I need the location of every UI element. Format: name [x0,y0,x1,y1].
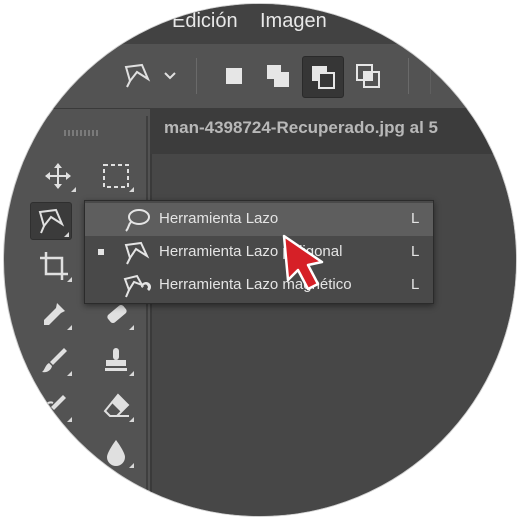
lasso-tools-flyout: Herramienta Lazo L Herramienta Lazo poli… [84,200,434,304]
chevron-down-icon [164,72,176,80]
menu-bar: Edición Imagen [4,4,516,44]
polygonal-lasso-icon [124,63,151,88]
brush-icon [42,348,67,373]
subtract-selection-icon [312,66,335,89]
submenu-indicator [129,417,134,422]
submenu-indicator [129,325,134,330]
flyout-item-polygonal-lasso[interactable]: Herramienta Lazo poligonal L [85,236,433,269]
shortcut-key: L [411,276,420,293]
submenu-indicator [129,463,134,468]
submenu-indicator [64,232,69,237]
lasso-icon [125,209,150,232]
marquee-icon [103,164,129,188]
preset-dropdown-chevron[interactable] [160,56,180,96]
new-selection-icon [226,68,242,84]
flyout-item-label: Herramienta Lazo [159,210,279,227]
flyout-item-magnetic-lasso[interactable]: Herramienta Lazo magnético L [85,269,433,302]
divider [408,58,409,94]
eraser-tool-button[interactable] [96,388,136,424]
active-tool-indicator [98,249,104,255]
submenu-indicator [67,277,72,282]
submenu-indicator [67,417,72,422]
shortcut-key: L [411,243,420,260]
add-to-selection-button[interactable] [258,56,298,96]
history-brush-tool-button[interactable] [34,388,74,424]
menu-edicion[interactable]: Edición [172,10,238,33]
crop-tool-button[interactable] [34,248,74,284]
blur-tool-button[interactable] [96,434,136,470]
divider [430,58,431,94]
menu-imagen[interactable]: Imagen [260,10,327,33]
document-tab[interactable]: man-4398724-Recuperado.jpg al 5 [164,118,438,138]
pointer-arrow-icon [282,234,324,291]
magnetic-lasso-icon [123,274,151,298]
eyedropper-tool-button[interactable] [34,296,74,332]
options-bar [4,44,516,109]
history-brush-icon [42,395,66,414]
shortcut-key: L [411,210,420,227]
intersect-selection-icon [356,64,380,88]
drop-icon [107,440,125,466]
rectangular-marquee-tool-button[interactable] [96,158,136,194]
tool-preset-picker[interactable] [118,56,158,96]
move-icon [45,163,71,189]
intersect-selection-button[interactable] [348,56,388,96]
new-selection-button[interactable] [214,56,254,96]
tools-panel [20,116,148,516]
submenu-indicator [129,187,134,192]
crop-icon [40,252,68,280]
eyedropper-icon [44,303,65,325]
polygonal-lasso-icon [124,241,150,265]
divider [196,58,197,94]
stamp-icon [105,348,127,371]
clone-stamp-tool-button[interactable] [96,342,136,378]
polygonal-lasso-icon [38,208,65,234]
panel-grip[interactable] [64,130,98,136]
subtract-from-selection-button[interactable] [302,56,344,98]
add-selection-icon [267,65,289,87]
eraser-icon [103,393,130,417]
submenu-indicator [129,371,134,376]
submenu-indicator [67,325,72,330]
zoom-lens: Edición Imagen man-4398724-Recuperado.jp… [4,4,516,516]
move-tool-button[interactable] [38,158,78,194]
brush-tool-button[interactable] [34,342,74,378]
document-tab-strip: man-4398724-Recuperado.jpg al 5 [150,108,516,154]
submenu-indicator [71,187,76,192]
lasso-tool-button[interactable] [30,202,72,240]
flyout-item-lasso[interactable]: Herramienta Lazo L [85,203,433,236]
submenu-indicator [67,371,72,376]
